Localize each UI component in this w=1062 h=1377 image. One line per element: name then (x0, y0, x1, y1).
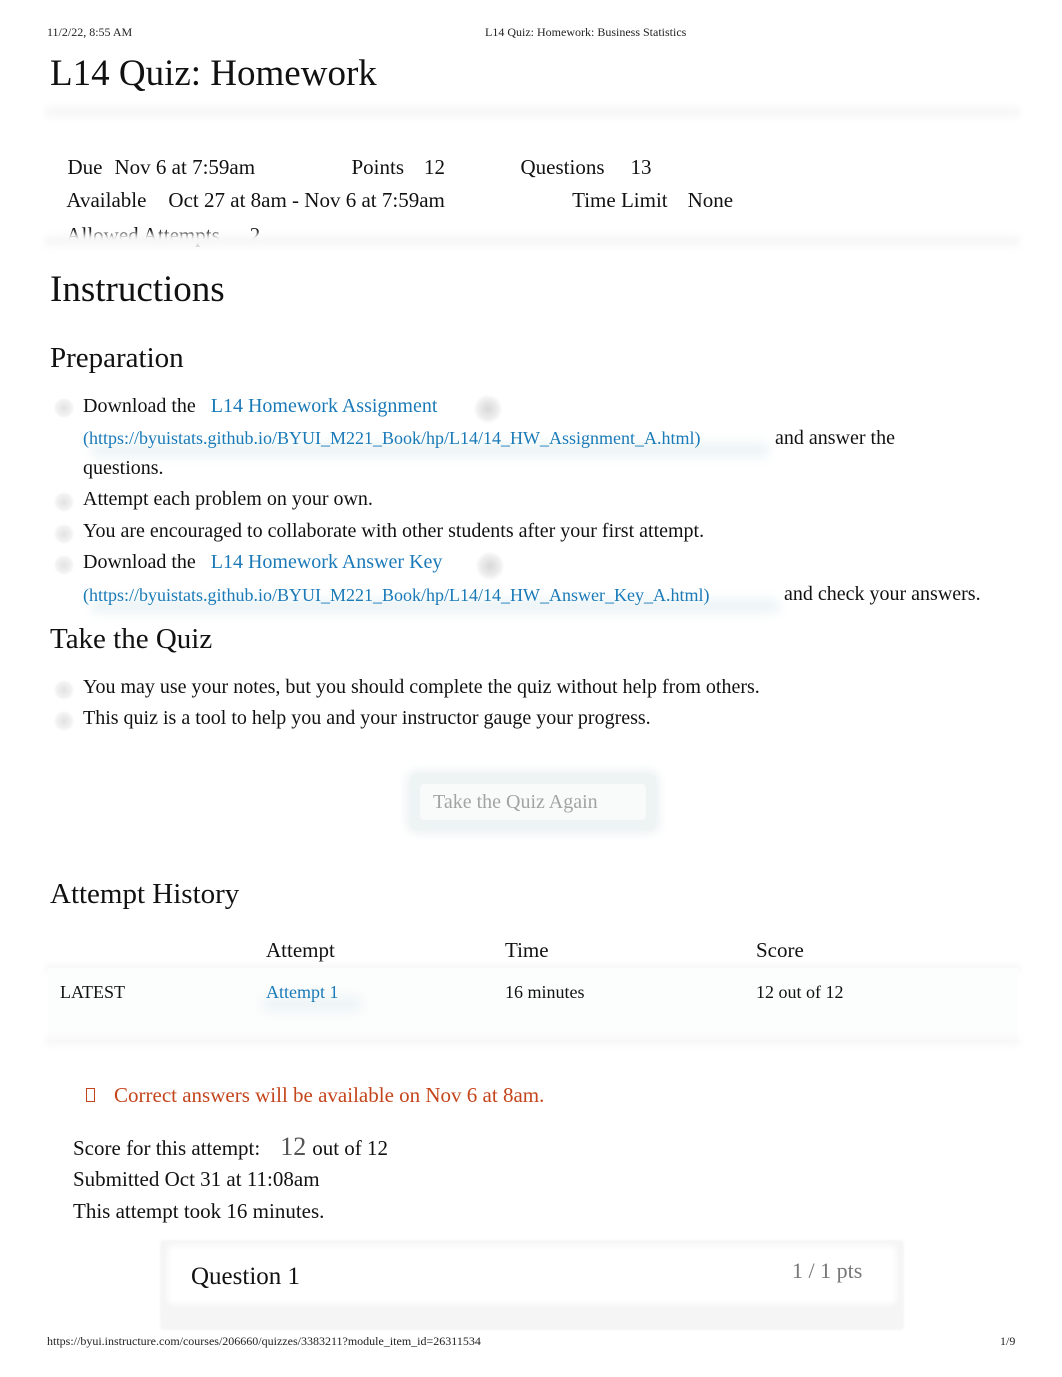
list-bullet (54, 680, 74, 700)
list-item: Download the L14 Homework Assignment (83, 395, 437, 418)
list-bullet (54, 398, 74, 418)
homework-assignment-url-link[interactable]: (https://byuistats.github.io/BYUI_M221_B… (83, 428, 701, 449)
warning-icon (86, 1088, 95, 1102)
score-line: Score for this attempt: 12 out of 12 (73, 1132, 388, 1162)
item-prefix: Download the (83, 551, 196, 573)
list-item: This quiz is a tool to help you and your… (83, 707, 651, 729)
print-page-title: L14 Quiz: Homework: Business Statistics (485, 25, 687, 39)
homework-answer-key-link[interactable]: L14 Homework Answer Key (211, 551, 443, 573)
print-page-number: 1/9 (1000, 1334, 1016, 1348)
take-the-quiz-heading: Take the Quiz (50, 623, 213, 655)
attempt-duration: This attempt took 16 minutes. (73, 1199, 325, 1223)
score-value: 12 (280, 1132, 307, 1161)
list-bullet (54, 711, 74, 731)
list-item: You are encouraged to collaborate with o… (83, 520, 705, 542)
list-item: Attempt each problem on your own. (83, 488, 373, 510)
score-out-of: out of 12 (312, 1136, 389, 1160)
latest-tag: LATEST (60, 982, 125, 1002)
submitted-time: Submitted Oct 31 at 11:08am (73, 1167, 320, 1191)
question-points: 1 / 1 pts (792, 1258, 863, 1283)
print-date: 11/2/22, 8:55 AM (47, 25, 133, 39)
time-limit-value: None (687, 188, 734, 212)
column-header-score: Score (756, 938, 804, 962)
list-bullet (54, 492, 74, 512)
list-item: Download the L14 Homework Answer Key (83, 551, 442, 574)
list-item: You may use your notes, but you should c… (83, 676, 760, 698)
divider (45, 1036, 1020, 1046)
list-bullet (54, 555, 74, 575)
question-title: Question 1 (191, 1263, 301, 1290)
item-suffix: and check your answers. (784, 583, 981, 605)
print-url: https://byui.instructure.com/courses/206… (47, 1334, 481, 1348)
preparation-heading: Preparation (50, 342, 184, 374)
score-label: Score for this attempt: (73, 1136, 261, 1160)
time-limit-detail: Time Limit None (562, 163, 733, 213)
item-continuation: questions. (83, 457, 164, 479)
external-link-icon (474, 395, 502, 423)
divider (45, 105, 1020, 119)
item-suffix: and answer the (775, 427, 895, 449)
quiz-title: L14 Quiz: Homework (50, 53, 377, 94)
column-header-attempt: Attempt (266, 938, 335, 962)
correct-answers-notice: Correct answers will be available on Nov… (114, 1083, 545, 1107)
column-header-time: Time (505, 938, 549, 962)
item-prefix: Download the (83, 395, 196, 417)
list-bullet (54, 524, 74, 544)
attempt-time: 16 minutes (505, 982, 585, 1002)
take-quiz-again-button[interactable]: Take the Quiz Again (420, 784, 646, 820)
homework-answer-key-url-link[interactable]: (https://byuistats.github.io/BYUI_M221_B… (83, 585, 709, 606)
attempt-1-link[interactable]: Attempt 1 (266, 982, 339, 1003)
external-link-icon (476, 552, 504, 580)
time-limit-label: Time Limit (572, 188, 668, 212)
divider (45, 234, 1020, 248)
instructions-heading: Instructions (50, 269, 225, 310)
homework-assignment-link[interactable]: L14 Homework Assignment (211, 395, 438, 417)
attempt-score: 12 out of 12 (756, 982, 844, 1002)
attempt-history-heading: Attempt History (50, 878, 240, 910)
table-row (48, 968, 1018, 1044)
